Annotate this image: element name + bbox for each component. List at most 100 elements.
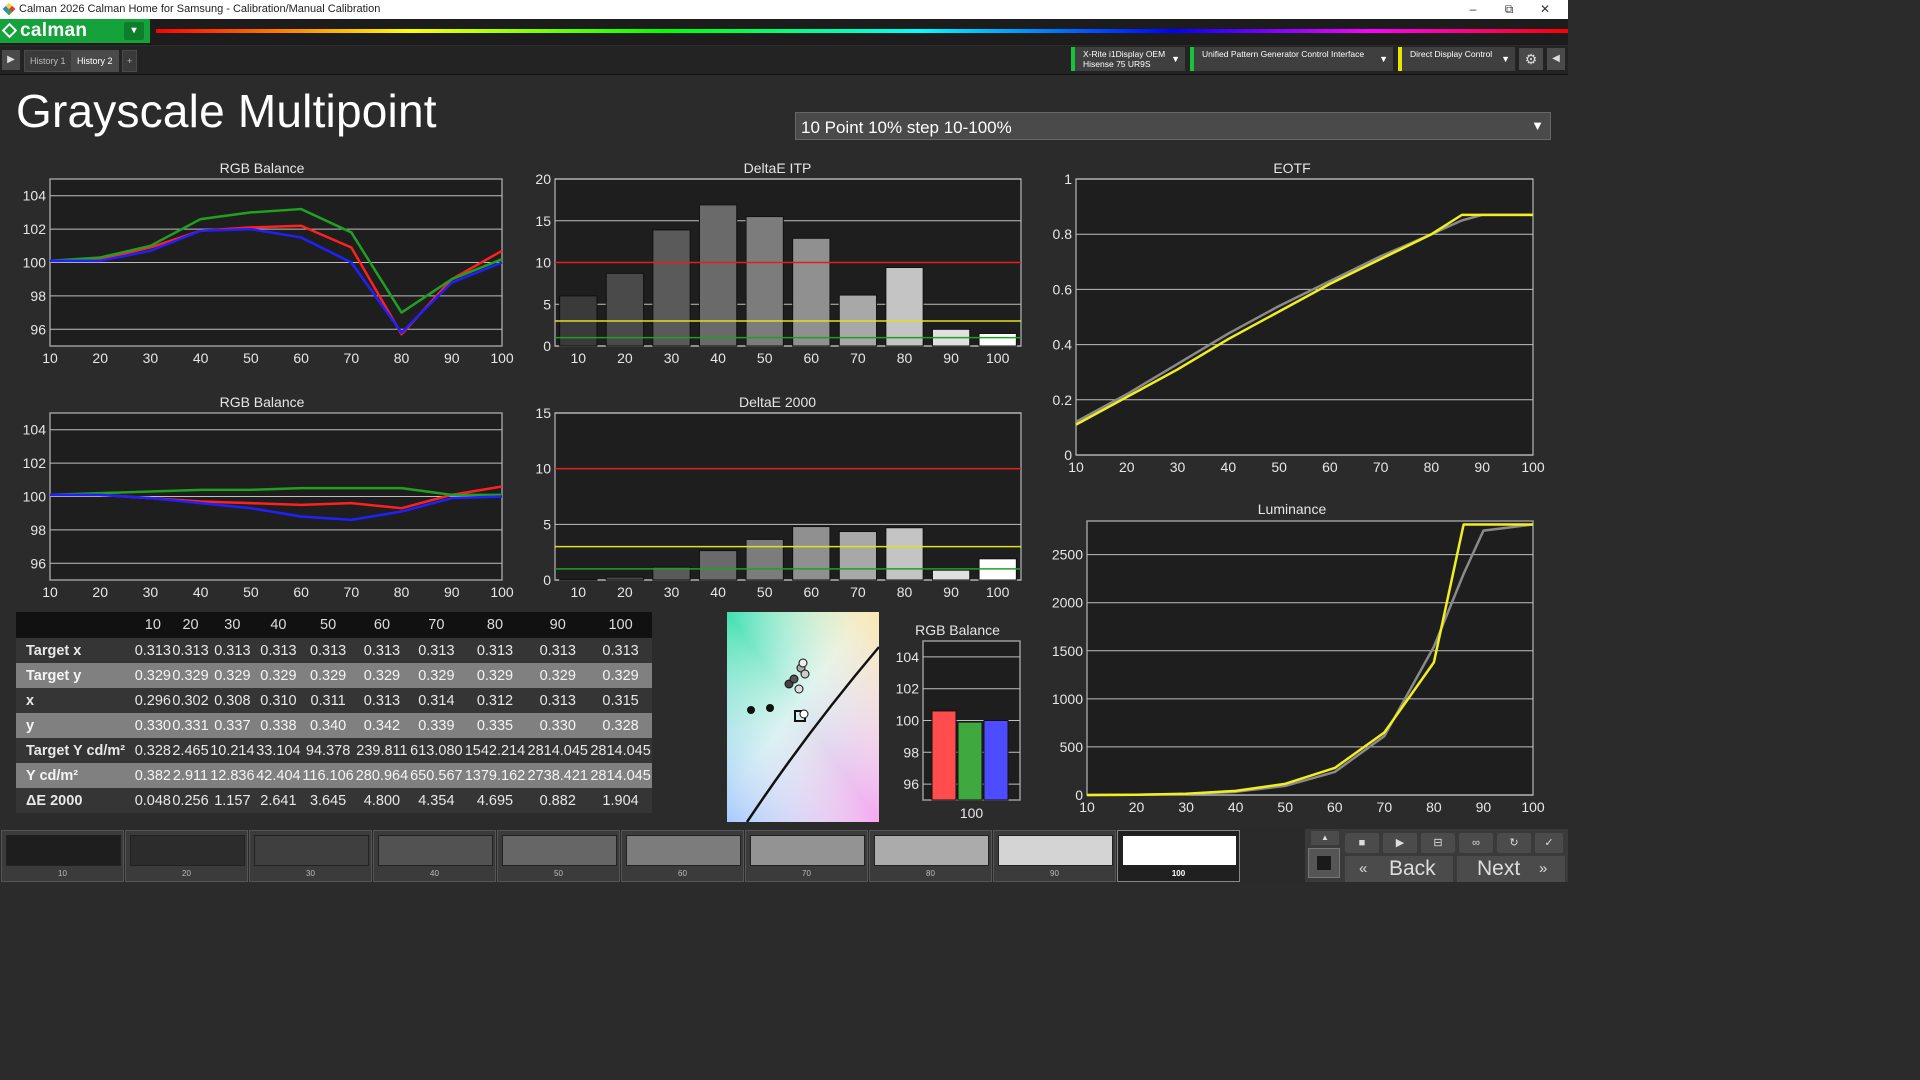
table-cell: 2.465 [171, 738, 210, 763]
x-tick-label: 100 [986, 350, 1010, 366]
row-label: y [16, 713, 134, 738]
luminance-chart: 0500100015002000250010 20 30 40 50 60 70 80 90 10… [1052, 520, 1545, 815]
table-cell: 3.645 [301, 788, 355, 813]
bar [698, 204, 738, 347]
table-cell: 0.315 [589, 688, 652, 713]
patch-label: 100 [1171, 869, 1186, 878]
x-tick-label: 60 [293, 584, 309, 600]
table-cell: 0.048 [134, 788, 172, 813]
x-tick-label: 80 [897, 350, 913, 366]
x-tick-label: 80 [1426, 799, 1442, 815]
back-arrow-icon: « [1359, 860, 1368, 877]
y-tick-label: 98 [30, 288, 46, 304]
table-cell: 0.313 [589, 638, 652, 663]
bar [698, 550, 738, 581]
pattern-generator-selector[interactable]: Unified Pattern Generator Control Interf… [1190, 47, 1393, 71]
table-cell: 1.904 [589, 788, 652, 813]
table-row: x 0.296 0.302 0.308 0.310 0.311 0.313 0.314 0.31… [16, 688, 652, 713]
table-cell: 0.329 [463, 663, 527, 688]
table-cell: 0.329 [301, 663, 355, 688]
bar [559, 578, 598, 581]
brand-menu[interactable]: calman ▾ [0, 19, 150, 43]
x-tick-label: 50 [243, 350, 259, 366]
tab-history-1[interactable]: History 1 [24, 50, 72, 72]
bar [885, 267, 924, 347]
column-header: 60 [354, 612, 410, 638]
play-icon[interactable]: ▶ [2, 50, 20, 70]
close-button[interactable]: ✕ [1527, 0, 1563, 19]
brand-name: calman [20, 20, 88, 41]
patch-label: 30 [306, 869, 315, 878]
x-tick-label: 20 [1129, 799, 1145, 815]
table-cell: 0.313 [301, 638, 355, 663]
x-tick-label: 70 [344, 350, 360, 366]
measure-all-icon[interactable]: ⊟ [1421, 833, 1455, 853]
x-tick-label: 80 [394, 350, 410, 366]
next-button[interactable]: Next » [1457, 856, 1565, 882]
x-tick-label: 30 [1170, 459, 1186, 475]
minimize-button[interactable]: – [1455, 0, 1491, 19]
maximize-button[interactable]: ⧉ [1491, 0, 1527, 19]
patch-swatch[interactable]: 30 [249, 830, 372, 882]
table-cell: 12.836 [209, 763, 256, 788]
table-cell: 42.404 [255, 763, 302, 788]
bar [605, 272, 645, 347]
table-cell: 239.811 [354, 738, 410, 763]
brand-dropdown-icon[interactable]: ▾ [124, 22, 144, 40]
table-row: y 0.330 0.331 0.337 0.338 0.340 0.342 0.339 0.33… [16, 713, 652, 738]
collapse-panel-icon[interactable]: ◀ [1547, 48, 1565, 70]
continuous-icon[interactable]: ∞ [1459, 833, 1493, 853]
x-tick-label: 80 [394, 584, 410, 600]
display-control-selector[interactable]: Direct Display Control ▼ [1398, 47, 1515, 71]
table-cell: 33.104 [255, 738, 302, 763]
y-tick-label: 98 [30, 522, 46, 538]
x-tick-label: 40 [710, 584, 726, 600]
table-cell: 0.335 [463, 713, 527, 738]
table-cell: 0.313 [526, 638, 590, 663]
deltae-itp-chart: 0 5 10 15 20 10 20 30 40 50 60 70 80 90 100 [535, 171, 1022, 366]
back-button[interactable]: « Back [1345, 856, 1453, 882]
patch-swatch[interactable]: 40 [373, 830, 496, 882]
patch-swatch[interactable]: 90 [993, 830, 1116, 882]
stop-icon[interactable]: ■ [1345, 833, 1379, 853]
table-cell: 0.330 [526, 713, 590, 738]
table-cell: 650.567 [409, 763, 464, 788]
patch-swatch[interactable]: 20 [125, 830, 248, 882]
refresh-icon[interactable]: ↻ [1497, 833, 1531, 853]
patch-color [998, 835, 1113, 866]
table-cell: 10.214 [209, 738, 256, 763]
stop-measure-button[interactable] [1308, 848, 1340, 878]
bar [957, 721, 983, 801]
play-icon[interactable]: ▶ [1383, 833, 1417, 853]
patch-label: 20 [182, 869, 191, 878]
x-tick-label: 100 [490, 350, 514, 366]
patch-swatch[interactable]: 50 [497, 830, 620, 882]
table-cell: 0.328 [134, 738, 172, 763]
y-tick-label: 5 [543, 296, 551, 312]
tab-history-2[interactable]: History 2 [71, 50, 119, 72]
preset-dropdown[interactable]: 10 Point 10% step 10-100% ▼ [795, 112, 1551, 140]
check-icon[interactable]: ✓ [1535, 833, 1563, 853]
patch-swatch[interactable]: 100 [1117, 830, 1240, 882]
plot-area [1086, 520, 1534, 796]
table-cell: 0.330 [134, 713, 172, 738]
settings-gear-icon[interactable]: ⚙ [1519, 48, 1543, 70]
patch-swatch[interactable]: 10 [1, 830, 124, 882]
meter-device-selector[interactable]: X-Rite i1Display OEM Hisense 75 UR9S ▼ [1071, 47, 1185, 71]
patch-swatch[interactable]: 80 [869, 830, 992, 882]
bar [931, 569, 971, 581]
patch-swatch[interactable]: 70 [745, 830, 868, 882]
collapse-up-icon[interactable]: ▲ [1311, 831, 1339, 845]
patch-swatch[interactable]: 60 [621, 830, 744, 882]
y-tick-label: 5 [543, 516, 551, 532]
table-cell: 4.354 [409, 788, 464, 813]
measurement-table: 10 20 30 40 50 60 70 80 90 100 Target x0… [16, 612, 652, 813]
y-tick-label: 102 [896, 681, 920, 697]
page-title: Grayscale Multipoint [16, 85, 437, 137]
add-tab-button[interactable]: + [122, 50, 138, 72]
meter-device-display: Hisense 75 UR9S [1083, 59, 1151, 69]
y-tick-label: 2500 [1052, 547, 1083, 563]
calman-logo-icon [1, 22, 18, 39]
next-arrow-icon: » [1539, 860, 1548, 877]
y-tick-label: 100 [23, 489, 47, 505]
